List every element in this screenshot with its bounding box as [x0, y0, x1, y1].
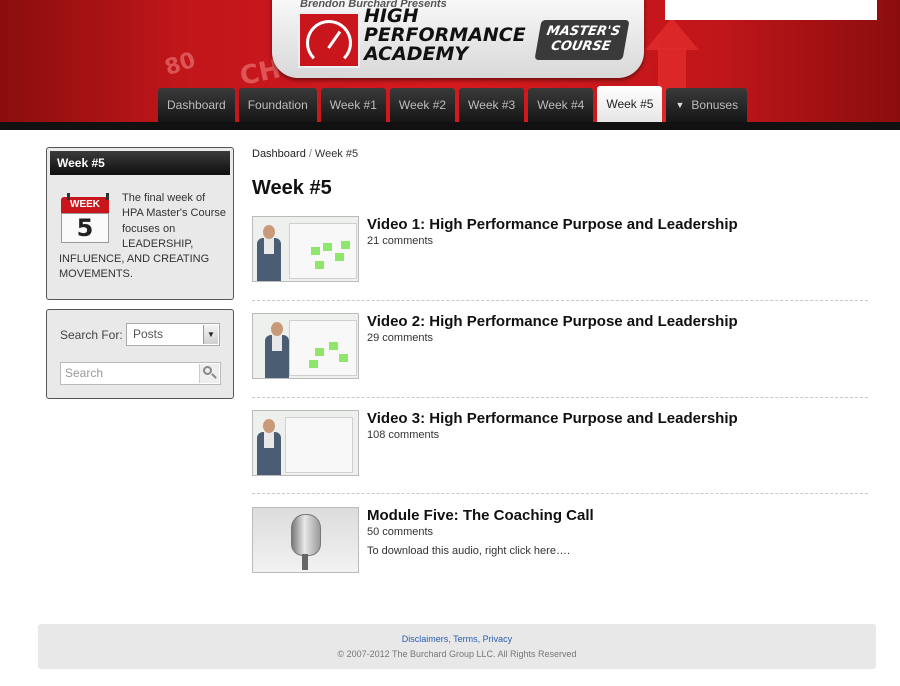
- video-thumbnail[interactable]: [252, 216, 359, 282]
- comments-link[interactable]: 21 comments: [367, 235, 433, 247]
- header-divider-bar: [0, 122, 900, 130]
- microphone-icon: [291, 514, 321, 556]
- comments-link[interactable]: 108 comments: [367, 429, 439, 441]
- search-for-label: Search For:: [60, 328, 123, 342]
- post-title-link[interactable]: Video 1: High Performance Purpose and Le…: [367, 216, 738, 233]
- video-thumbnail[interactable]: [252, 313, 359, 379]
- video-thumbnail[interactable]: [252, 410, 359, 476]
- copyright-text: © 2007-2012 The Burchard Group LLC. All …: [337, 649, 577, 659]
- tab-foundation[interactable]: Foundation: [238, 88, 317, 122]
- divider: [252, 300, 868, 301]
- terms-link[interactable]: Terms: [453, 634, 478, 644]
- divider: [252, 493, 868, 494]
- speedometer-icon: [298, 12, 360, 68]
- breadcrumb: Dashboard / Week #5: [252, 148, 359, 160]
- search-input[interactable]: Search: [60, 362, 221, 385]
- disclaimers-link[interactable]: Disclaimers: [402, 634, 449, 644]
- post-title-link[interactable]: Video 2: High Performance Purpose and Le…: [367, 313, 738, 330]
- tab-week-1[interactable]: Week #1: [320, 88, 386, 122]
- dropdown-arrow-icon[interactable]: ▼: [203, 325, 218, 344]
- list-item: Video 1: High Performance Purpose and Le…: [252, 216, 868, 313]
- site-footer: Disclaimers, Terms, Privacy © 2007-2012 …: [38, 624, 876, 669]
- post-excerpt: To download this audio, right click here…: [367, 545, 570, 557]
- post-title-link[interactable]: Video 3: High Performance Purpose and Le…: [367, 410, 738, 427]
- breadcrumb-current: Week #5: [314, 148, 359, 160]
- logo-title: HIGH PERFORMANCE ACADEMY: [364, 5, 526, 65]
- up-arrow-icon: [645, 18, 699, 50]
- download-audio-link[interactable]: To download this audio, right click here…: [367, 545, 570, 557]
- tab-week-5[interactable]: Week #5: [597, 86, 663, 122]
- week-description: The final week of HPA Master's Course fo…: [59, 192, 226, 281]
- list-item: Video 2: High Performance Purpose and Le…: [252, 313, 868, 410]
- search-icon[interactable]: [199, 364, 219, 383]
- post-title-link[interactable]: Module Five: The Coaching Call: [367, 507, 594, 524]
- breadcrumb-dashboard[interactable]: Dashboard: [252, 148, 306, 160]
- tab-week-2[interactable]: Week #2: [389, 88, 456, 122]
- header-blank-box: [665, 0, 877, 20]
- search-widget: Search For: Posts ▼ Search: [46, 309, 234, 399]
- site-logo[interactable]: Brendon Burchard Presents HIGH PERFORMAN…: [272, 0, 644, 78]
- list-item: Module Five: The Coaching Call 50 commen…: [252, 507, 868, 604]
- page-title: Week #5: [252, 177, 332, 199]
- comments-link[interactable]: 50 comments: [367, 526, 433, 538]
- week-info-widget: Week #5 WEEK 5 The final week of HPA Mas…: [46, 147, 234, 300]
- privacy-link[interactable]: Privacy: [483, 634, 513, 644]
- search-type-select[interactable]: Posts ▼: [126, 323, 220, 346]
- masters-course-badge: MASTER'S COURSE: [534, 20, 630, 60]
- widget-title: Week #5: [50, 151, 230, 175]
- footer-links: Disclaimers, Terms, Privacy: [401, 634, 513, 644]
- site-header: 80 CH Brendon Burchard Presents HIGH PER…: [0, 0, 900, 122]
- tab-bonuses[interactable]: ▼ Bonuses: [666, 88, 748, 122]
- comments-link[interactable]: 29 comments: [367, 332, 433, 344]
- tab-week-3[interactable]: Week #3: [459, 88, 525, 122]
- microphone-thumbnail[interactable]: [252, 507, 359, 573]
- tab-dashboard[interactable]: Dashboard: [158, 88, 235, 122]
- divider: [252, 397, 868, 398]
- caret-down-icon: ▼: [675, 100, 685, 110]
- main-nav: Dashboard Foundation Week #1 Week #2 Wee…: [158, 86, 748, 122]
- header-bg-number: 80: [161, 47, 199, 82]
- tab-week-4[interactable]: Week #4: [528, 88, 594, 122]
